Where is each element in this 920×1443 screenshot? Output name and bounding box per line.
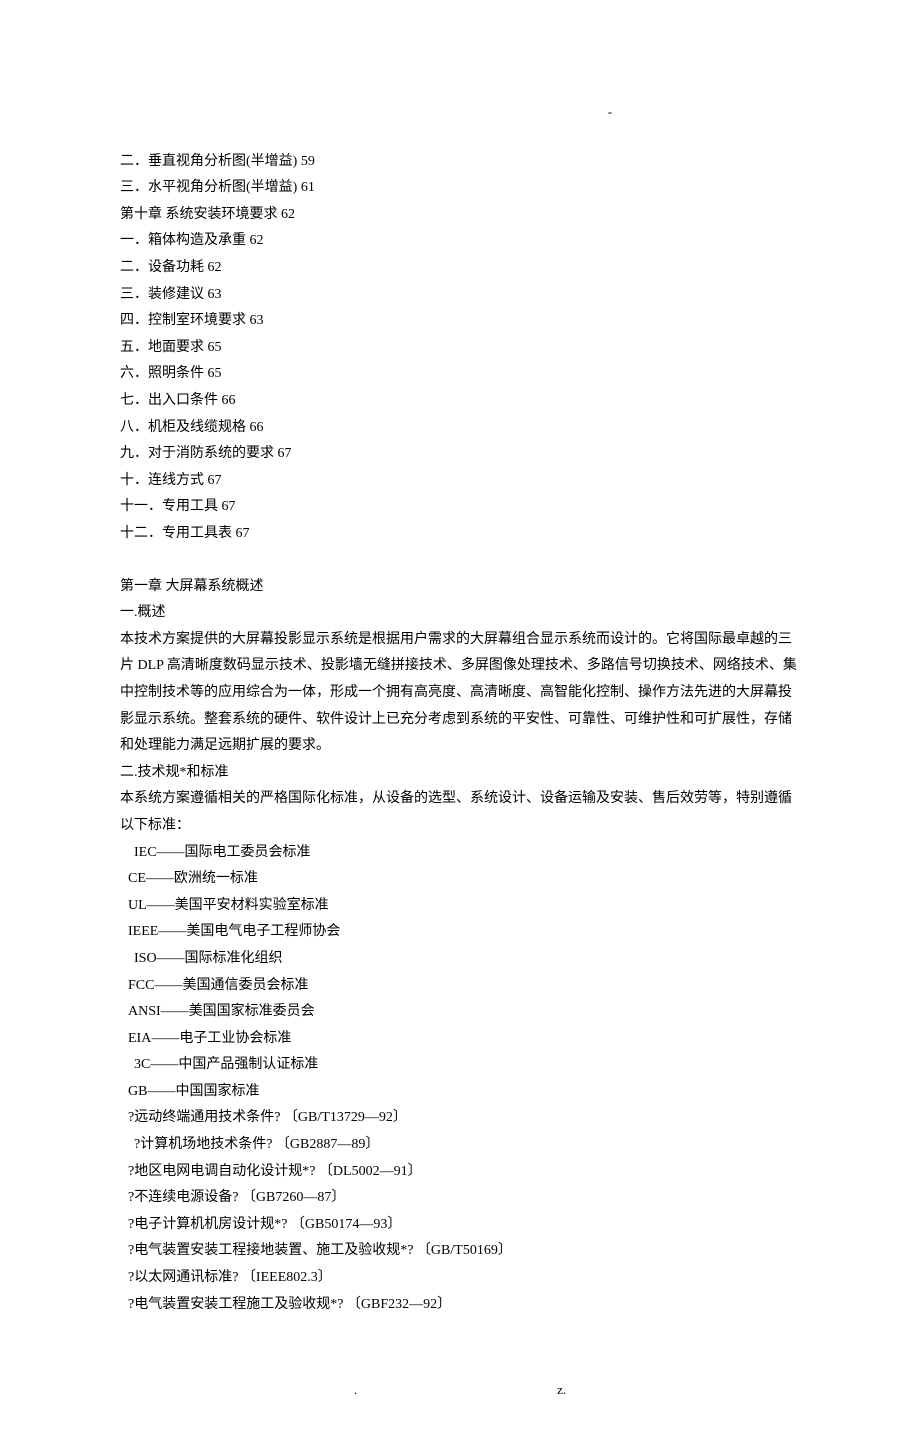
standard-line: ?地区电网电调自动化设计规*? 〔DL5002—91〕: [120, 1159, 800, 1186]
standard-line: EIA——电子工业协会标准: [120, 1026, 800, 1053]
toc-entry: 一．箱体构造及承重 62: [120, 228, 800, 255]
section-1-body: 本技术方案提供的大屏幕投影显示系统是根据用户需求的大屏幕组合显示系统而设计的。它…: [120, 627, 800, 760]
page-footer: . z.: [120, 1378, 800, 1403]
toc-block: 二．垂直视角分析图(半增益) 59三．水平视角分析图(半增益) 61第十章 系统…: [120, 149, 800, 548]
standard-line: ?电气装置安装工程施工及验收规*? 〔GBF232—92〕: [120, 1292, 800, 1319]
standard-line: IEC——国际电工委员会标准: [120, 840, 800, 867]
section-1-title: 一.概述: [120, 600, 800, 627]
toc-entry: 十一．专用工具 67: [120, 494, 800, 521]
toc-entry: 二．垂直视角分析图(半增益) 59: [120, 149, 800, 176]
toc-entry: 第十章 系统安装环境要求 62: [120, 202, 800, 229]
standard-line: 3C——中国产品强制认证标准: [120, 1052, 800, 1079]
standards-list: IEC——国际电工委员会标准 CE——欧洲统一标准 UL——美国平安材料实验室标…: [120, 840, 800, 1319]
standard-line: ?远动终端通用技术条件? 〔GB/T13729—92〕: [120, 1105, 800, 1132]
toc-entry: 三．装修建议 63: [120, 282, 800, 309]
toc-entry: 十二．专用工具表 67: [120, 521, 800, 548]
toc-entry: 三．水平视角分析图(半增益) 61: [120, 175, 800, 202]
section-2-intro: 本系统方案遵循相关的严格国际化标准，从设备的选型、系统设计、设备运输及安装、售后…: [120, 786, 800, 839]
standard-line: UL——美国平安材料实验室标准: [120, 893, 800, 920]
standard-line: GB——中国国家标准: [120, 1079, 800, 1106]
standard-line: ANSI——美国国家标准委员会: [120, 999, 800, 1026]
footer-dot-left: .: [354, 1378, 357, 1403]
standard-line: CE——欧洲统一标准: [120, 866, 800, 893]
standard-line: ?电子计算机机房设计规*? 〔GB50174—93〕: [120, 1212, 800, 1239]
standard-line: ?计算机场地技术条件? 〔GB2887—89〕: [120, 1132, 800, 1159]
toc-entry: 四．控制室环境要求 63: [120, 308, 800, 335]
standard-line: ?电气装置安装工程接地装置、施工及验收规*? 〔GB/T50169〕: [120, 1238, 800, 1265]
section-2-title: 二.技术规*和标准: [120, 760, 800, 787]
toc-entry: 六．照明条件 65: [120, 361, 800, 388]
standard-line: FCC——美国通信委员会标准: [120, 973, 800, 1000]
standard-line: IEEE——美国电气电子工程师协会: [120, 919, 800, 946]
toc-entry: 二．设备功耗 62: [120, 255, 800, 282]
standard-line: ?以太网通讯标准? 〔IEEE802.3〕: [120, 1265, 800, 1292]
toc-entry: 十．连线方式 67: [120, 468, 800, 495]
standard-line: ?不连续电源设备? 〔GB7260—87〕: [120, 1185, 800, 1212]
standard-line: ISO——国际标准化组织: [120, 946, 800, 973]
chapter-heading: 第一章 大屏幕系统概述: [120, 574, 800, 601]
page-header-dash: -: [420, 100, 800, 125]
spacer: [120, 548, 800, 574]
toc-entry: 八．机柜及线缆规格 66: [120, 415, 800, 442]
toc-entry: 九．对于消防系统的要求 67: [120, 441, 800, 468]
toc-entry: 七．出入口条件 66: [120, 388, 800, 415]
footer-dot-right: z.: [557, 1378, 566, 1403]
toc-entry: 五．地面要求 65: [120, 335, 800, 362]
